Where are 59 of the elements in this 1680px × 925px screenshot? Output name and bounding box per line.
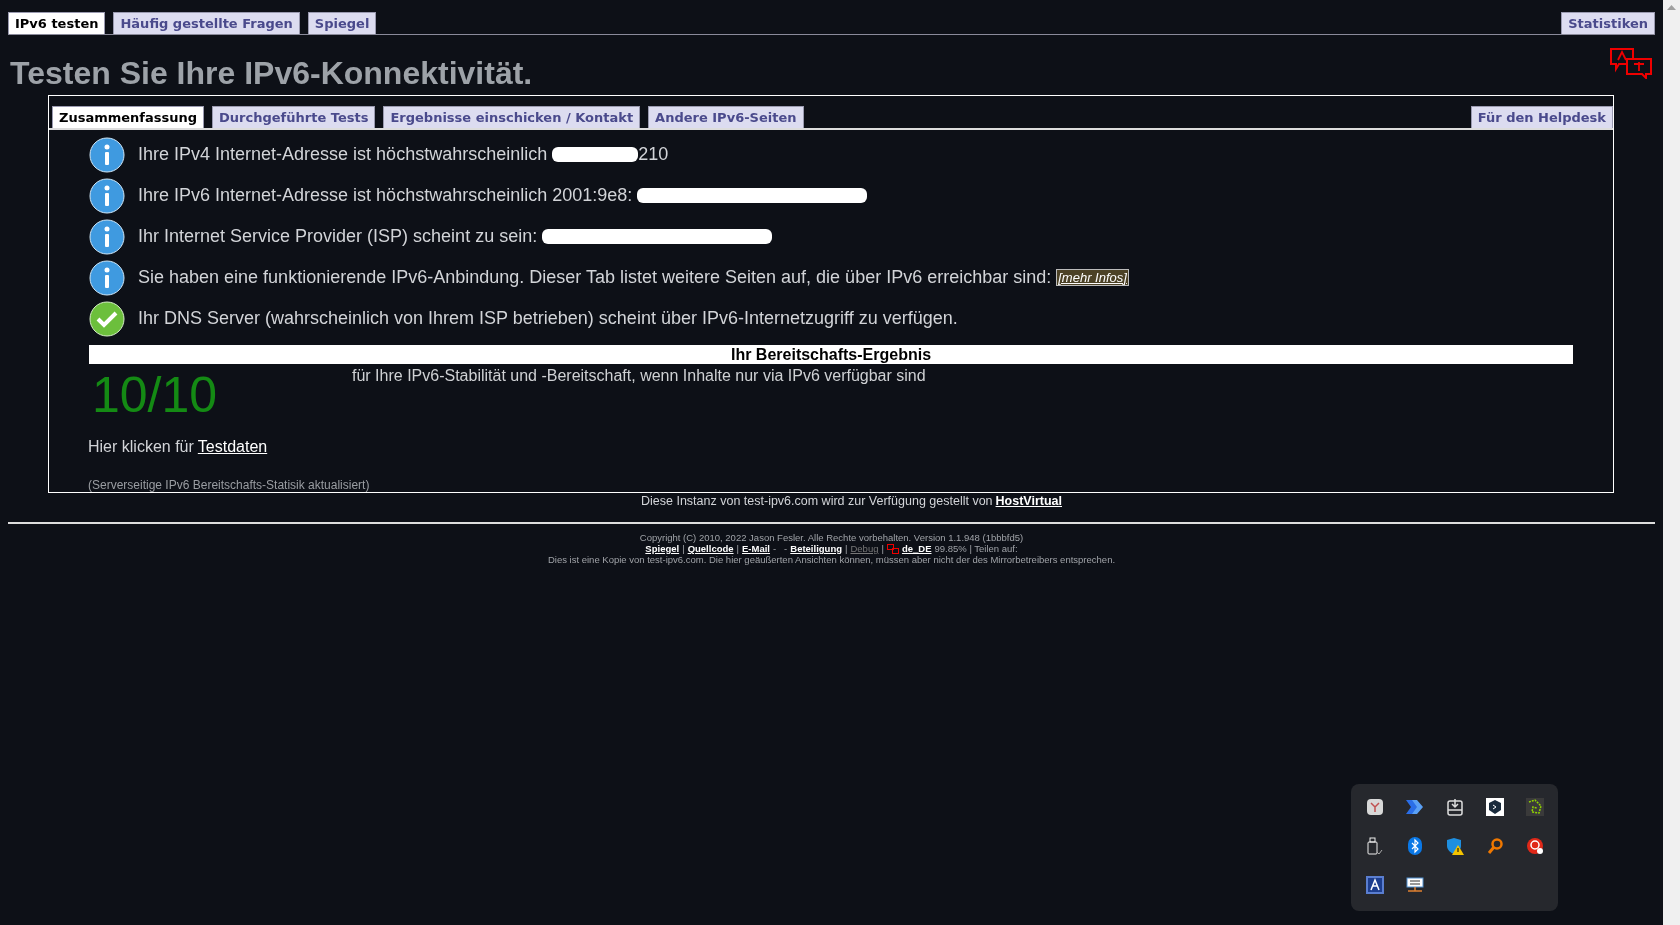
result-text: Ihre IPv4 Internet-Adresse ist höchstwahrscheinlich bbox=[138, 144, 548, 165]
footer-link[interactable]: Debug bbox=[850, 543, 879, 554]
info-icon bbox=[89, 177, 125, 214]
test-data-link[interactable]: Testdaten bbox=[197, 438, 268, 456]
more-info-link[interactable]: [mehr Infos] bbox=[1056, 269, 1129, 286]
translate-icon bbox=[886, 543, 899, 554]
tab[interactable]: Andere IPv6-Seiten bbox=[648, 106, 804, 128]
info-icon bbox=[89, 218, 125, 255]
tab[interactable]: Zusammenfassung bbox=[52, 106, 205, 128]
test-data-label: Hier klicken für bbox=[88, 438, 194, 456]
download-tray-icon[interactable] bbox=[1447, 797, 1463, 816]
result-text: Ihre IPv6 Internet-Adresse ist höchstwahrscheinlich 2001:9e8: bbox=[138, 185, 633, 206]
footer-text: | bbox=[845, 543, 848, 554]
score-heading: Ihr Bereitschafts-Ergebnis bbox=[89, 345, 1573, 364]
footer-link[interactable]: Spiegel bbox=[645, 543, 680, 554]
shield-warning-icon[interactable] bbox=[1446, 836, 1464, 855]
footer-link[interactable]: Beteiligung bbox=[790, 543, 842, 554]
tab[interactable]: Durchgeführte Tests bbox=[212, 106, 376, 128]
result-text: Ihr DNS Server (wahrscheinlich von Ihrem ISP betrieben) scheint über IPv6-Internetzugriff zu verfügen. bbox=[138, 308, 958, 329]
ring-icon[interactable] bbox=[1526, 836, 1544, 855]
footer-link[interactable]: Quellcode bbox=[687, 543, 734, 554]
font-icon[interactable] bbox=[1366, 875, 1384, 894]
scrollbar[interactable] bbox=[1663, 0, 1680, 925]
tile-icon[interactable] bbox=[1366, 797, 1384, 816]
tab[interactable]: Ergebnisse einschicken / Kontakt bbox=[383, 106, 641, 128]
tab[interactable]: IPv6 testen bbox=[8, 12, 106, 34]
tile-icon[interactable] bbox=[1526, 797, 1544, 816]
footer-text: | bbox=[881, 543, 884, 554]
usb-drive-icon[interactable] bbox=[1367, 836, 1383, 855]
footer-link[interactable]: E-Mail bbox=[742, 543, 770, 554]
server-note: (Serverseitige IPv6 Bereitschafts-Statisik aktualisiert) bbox=[88, 478, 371, 492]
copyright-text: Copyright (C) 2010, 2022 Jason Fesler. Alle Rechte vorbehalten. Version 1.1.948 (1bbbfd5) bbox=[639, 532, 1024, 543]
score-description: für Ihre IPv6-Stabilität und -Bereitschaft, wenn Inhalte nur via IPv6 verfügbar sind bbox=[352, 367, 926, 385]
network-monitor-icon[interactable] bbox=[1406, 876, 1424, 893]
result-text: Ihr Internet Service Provider (ISP) scheint zu sein: bbox=[138, 226, 538, 247]
footer-text: | bbox=[682, 543, 685, 554]
footer-text: 99.85% | Teilen auf: bbox=[934, 543, 1018, 554]
footer-text: - - bbox=[773, 543, 788, 554]
tab[interactable]: Statistiken bbox=[1561, 12, 1655, 34]
chevron-icon[interactable] bbox=[1406, 799, 1424, 814]
page-title: Testen Sie Ihre IPv6-Konnektivität. bbox=[10, 55, 533, 91]
result-text: Sie haben eine funktionierende IPv6-Anbindung. Dieser Tab listet weitere Seiten auf, die über IPv6 erreichbar sind: bbox=[138, 267, 1052, 288]
footer-link[interactable]: de_DE bbox=[901, 543, 932, 554]
sponsor-text: Diese Instanz von test-ipv6.com wird zur Verfügung gestellt von bbox=[641, 494, 993, 508]
score-value: 10/10 bbox=[92, 366, 219, 424]
info-icon bbox=[89, 136, 125, 173]
footer-text: | bbox=[736, 543, 740, 554]
translate-icon[interactable] bbox=[1609, 47, 1653, 79]
tab[interactable]: Für den Helpdesk bbox=[1470, 106, 1613, 128]
info-icon bbox=[89, 259, 125, 296]
magnifier-icon[interactable] bbox=[1487, 837, 1503, 854]
tab[interactable]: Häufig gestellte Fragen bbox=[113, 12, 300, 34]
disclaimer-text: Dies ist eine Kopie von test-ipv6.com. Die hier geäußerten Ansichten können, müssen aber nicht der des Mirrorbetreibers entsprechen. bbox=[547, 554, 1116, 565]
result-text: 210 bbox=[638, 144, 669, 165]
sponsor-link[interactable]: HostVirtual bbox=[995, 494, 1062, 508]
check-icon bbox=[89, 300, 125, 337]
tab[interactable]: Spiegel bbox=[307, 12, 377, 34]
bluetooth-icon[interactable] bbox=[1408, 836, 1422, 855]
chat-bubble-icon[interactable] bbox=[1486, 797, 1504, 816]
